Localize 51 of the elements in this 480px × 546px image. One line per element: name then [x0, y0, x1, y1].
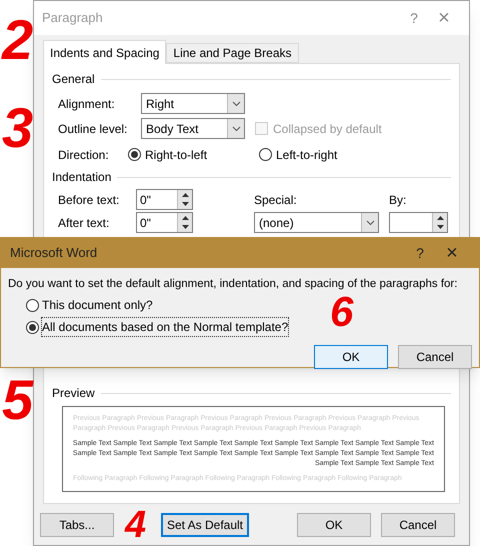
chevron-down-icon — [361, 213, 378, 232]
window-title: Paragraph — [42, 9, 104, 28]
field-label: Before text: — [58, 192, 120, 208]
window-title: Microsoft Word — [10, 244, 98, 262]
annotation-number: 2 — [2, 12, 34, 68]
radio-label: This document only? — [42, 297, 153, 314]
radio-label: Right-to-left — [145, 146, 208, 164]
checkbox-label: Collapsed by default — [273, 120, 382, 138]
dialog-button[interactable]: Set As Default — [161, 513, 249, 537]
close-button[interactable]: × — [435, 238, 469, 268]
spin-field[interactable]: 0" — [136, 212, 193, 233]
spin-arrows-icon — [177, 213, 192, 232]
radio-label: All documents based on the Normal template? — [42, 318, 288, 336]
field-label: Special: — [254, 192, 298, 208]
close-button[interactable]: × — [429, 3, 459, 33]
field-label: Alignment: — [58, 96, 116, 112]
dialog-button[interactable]: OK — [297, 513, 371, 537]
help-button[interactable]: ? — [405, 242, 435, 264]
help-button[interactable]: ? — [399, 8, 429, 28]
annotation-number: 3 — [2, 100, 34, 156]
dropdown[interactable]: (none) — [254, 212, 379, 233]
dropdown[interactable]: Right — [141, 93, 245, 114]
spin-arrows-icon — [432, 213, 447, 232]
spin-field[interactable] — [389, 212, 448, 233]
radio-button[interactable] — [26, 298, 39, 312]
dialog-button[interactable]: OK — [314, 345, 388, 370]
dropdown[interactable]: Body Text — [141, 118, 245, 139]
section-heading: General — [52, 71, 95, 88]
radio-button[interactable] — [259, 148, 272, 161]
chevron-down-icon — [227, 119, 244, 138]
tab[interactable]: Line and Page Breaks — [166, 43, 299, 63]
dialog-button[interactable]: Tabs... — [40, 513, 114, 537]
chevron-down-icon — [227, 94, 244, 113]
annotation-number: 5 — [2, 372, 34, 428]
field-label: Outline level: — [58, 120, 128, 138]
section-heading: Preview — [52, 385, 95, 402]
spin-arrows-icon — [177, 190, 192, 209]
spin-field[interactable]: 0" — [136, 189, 193, 210]
field-label: Direction: — [58, 146, 110, 164]
tab[interactable]: Indents and Spacing — [43, 40, 166, 64]
question-text: Do you want to set the default alignment, indentation, and spacing of the paragraphs for: — [8, 277, 458, 292]
radio-button[interactable] — [128, 148, 141, 161]
annotation-number: 4 — [125, 507, 146, 543]
field-label: By: — [389, 192, 406, 208]
annotation-number: 6 — [330, 292, 354, 332]
dialog-button[interactable]: Cancel — [398, 345, 472, 370]
section-heading: Indentation — [52, 169, 112, 186]
field-label: After text: — [58, 214, 110, 232]
dialog-button[interactable]: Cancel — [381, 513, 455, 537]
radio-button[interactable] — [26, 320, 39, 334]
radio-label: Left-to-right — [276, 146, 338, 164]
